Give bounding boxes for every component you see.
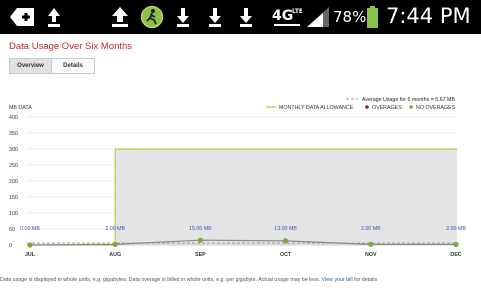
y-tick-label: 250 xyxy=(9,163,18,169)
view-bill-link[interactable]: View your bill xyxy=(322,277,353,283)
usage-point[interactable] xyxy=(453,241,459,247)
usage-point[interactable] xyxy=(27,242,33,248)
average-legend-label: Average Usage for 6 months = 5.67 MB xyxy=(362,97,456,103)
usage-point[interactable] xyxy=(112,241,118,247)
screen: 4G LTE 78% 7:44 PM Data Usage Over Six M… xyxy=(0,0,481,300)
legend-label-allowance: MONTHLY DATA ALLOWANCE xyxy=(279,105,354,111)
y-tick-label: 150 xyxy=(9,195,18,201)
y-axis-title: MB DATA xyxy=(9,105,32,111)
data-label: 13.00 MB xyxy=(274,226,297,232)
x-tick-label: JUL xyxy=(25,252,36,258)
data-label: 2.00 MB xyxy=(446,226,466,232)
usage-point[interactable] xyxy=(283,238,289,244)
x-tick-label: NOV xyxy=(365,252,377,258)
x-tick-label: AUG xyxy=(109,252,121,258)
data-label: 2.00 MB xyxy=(105,226,125,232)
y-tick-label: 350 xyxy=(9,131,18,137)
footnote: Data usage is displayed in whole units, … xyxy=(0,277,377,283)
x-tick-label: SEP xyxy=(195,252,206,258)
usage-point[interactable] xyxy=(197,237,203,243)
usage-chart: Average Usage for 6 months = 5.67 MB MON… xyxy=(9,97,466,258)
usage-point[interactable] xyxy=(368,241,374,247)
y-tick-label: 50 xyxy=(9,227,15,233)
y-tick-label: 300 xyxy=(9,147,18,153)
x-tick-label: OCT xyxy=(280,252,292,258)
y-tick-label: 100 xyxy=(9,211,18,217)
footnote-text: Data usage is displayed in whole units, … xyxy=(0,277,322,283)
legend-label-no-overages: NO OVERAGES xyxy=(416,105,456,111)
legend-swatch-no-overages xyxy=(409,105,413,109)
data-label: 15.00 MB xyxy=(189,226,212,232)
legend-label-overages: OVERAGES xyxy=(372,105,402,111)
legend-swatch-overages xyxy=(365,105,369,109)
y-tick-label: 400 xyxy=(9,115,18,121)
footnote-suffix: for details xyxy=(352,277,378,283)
data-label: 0.00 MB xyxy=(20,226,40,232)
y-tick-label: 200 xyxy=(9,179,18,185)
data-label: 2.00 MB xyxy=(361,226,381,232)
x-tick-label: DEC xyxy=(450,252,461,258)
y-tick-label: 0 xyxy=(9,243,12,249)
